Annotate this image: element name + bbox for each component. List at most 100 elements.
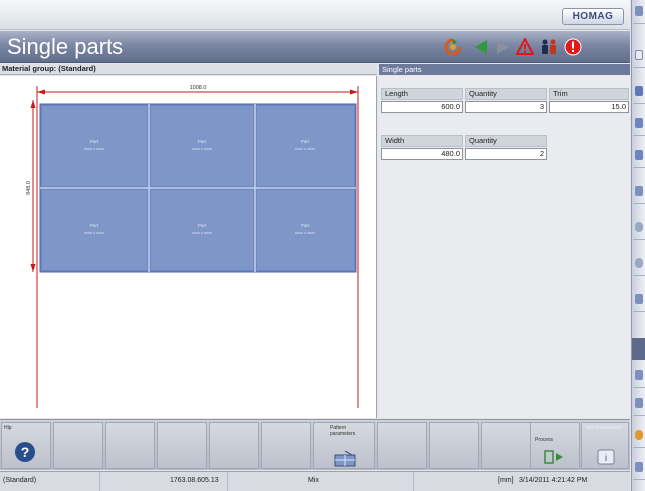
part-1: Part xxxx x xxxx <box>42 106 147 186</box>
refresh-icon[interactable] <box>444 38 462 56</box>
part-5: Part xxxx x xxxx <box>151 190 253 270</box>
trim-input[interactable]: 15.0 <box>549 101 629 113</box>
rb-button-9[interactable] <box>633 288 645 312</box>
top-bar <box>0 0 630 30</box>
rb-button-3[interactable] <box>633 80 645 104</box>
softkey-6[interactable] <box>261 422 311 469</box>
part-2-label: Part <box>198 139 207 144</box>
part-4: Part xxxx x xxxx <box>42 190 147 270</box>
homag-logo: HOMAG <box>562 8 624 25</box>
info-parameters-button[interactable]: Info Parameters i <box>581 422 629 469</box>
forward-arrow-icon[interactable] <box>494 38 512 56</box>
side-dimension-arrow-top <box>30 100 36 108</box>
right-toolbar <box>631 0 645 491</box>
list-icon <box>635 150 643 160</box>
rb-button-6[interactable] <box>633 180 645 204</box>
length-input[interactable]: 600.0 <box>381 101 463 113</box>
warning-icon[interactable] <box>516 38 534 56</box>
help-label: Hlp <box>4 425 12 431</box>
cycle-icon <box>635 258 643 268</box>
softkey-5[interactable] <box>209 422 259 469</box>
rb-button-2[interactable] <box>633 44 645 68</box>
length-label: Length <box>381 88 463 100</box>
database-icon <box>635 86 643 96</box>
cut-icon <box>635 186 643 196</box>
width-label: Width <box>381 135 463 147</box>
rb-button-1[interactable] <box>633 0 645 24</box>
back-arrow-icon[interactable] <box>472 38 490 56</box>
softkey-3[interactable] <box>105 422 155 469</box>
status-unit: [mm] <box>498 477 514 484</box>
rb-button-5[interactable] <box>633 144 645 168</box>
settings-icon <box>635 430 643 440</box>
rb-button-11[interactable] <box>633 392 645 416</box>
material-group-header: Material group: (Standard) <box>0 64 377 75</box>
part-4-label: Part <box>90 223 99 228</box>
process-button[interactable]: Process <box>530 422 580 469</box>
status-material: (Standard) <box>0 472 100 491</box>
help-button[interactable]: Hlp ? <box>1 422 51 469</box>
status-datetime: 3/14/2011 4:21:42 PM <box>519 477 588 484</box>
top-dimension-arrow-left <box>37 89 45 95</box>
ruler-icon <box>635 370 643 380</box>
part-4-size: xxxx x xxxx <box>84 230 104 235</box>
parts-canvas[interactable]: Part xxxx x xxxx Part xxxx x xxxx Part x… <box>0 76 377 418</box>
title-band: Single parts <box>0 31 630 63</box>
emergency-stop-icon[interactable] <box>564 38 582 56</box>
part-3: Part xxxx x xxxx <box>257 106 354 186</box>
status-code: 1763.08.605.13 <box>100 472 228 491</box>
quantity-input-1[interactable]: 3 <box>465 101 547 113</box>
part-5-label: Part <box>198 223 207 228</box>
process-label: Process <box>535 437 554 443</box>
status-unit-short: Mix <box>228 472 414 491</box>
part-6: Part xxxx x xxxx <box>257 190 354 270</box>
trim-label: Trim <box>549 88 629 100</box>
side-dimension-text: 948.0 <box>26 181 32 195</box>
softkey-8[interactable] <box>377 422 427 469</box>
rb-active-indicator <box>632 338 645 360</box>
print-icon <box>635 294 643 304</box>
layout-drawing: Part xxxx x xxxx Part xxxx x xxxx Part x… <box>26 85 359 408</box>
softkey-4[interactable] <box>157 422 207 469</box>
tool-icon <box>635 6 643 16</box>
process-icon <box>544 450 563 464</box>
rb-button-8[interactable] <box>633 252 645 276</box>
pattern-icon <box>334 451 356 467</box>
help-icon: ? <box>15 442 35 462</box>
help-icon-side <box>635 462 643 472</box>
top-dimension-text: 1008.0 <box>190 85 207 91</box>
info-icon: i <box>597 449 615 465</box>
quantity-input-2[interactable]: 2 <box>465 148 547 160</box>
softkey-2[interactable] <box>53 422 103 469</box>
pattern-parameters-label: Pattern parameters <box>330 425 356 437</box>
stack-icon <box>635 118 643 128</box>
info-parameters-label: Info Parameters <box>586 425 622 431</box>
rb-button-12[interactable] <box>633 424 645 448</box>
rb-button-13[interactable] <box>633 456 645 480</box>
part-1-label: Part <box>90 139 99 144</box>
gear-icon <box>635 222 643 232</box>
single-parts-header: Single parts <box>379 64 630 75</box>
part-2-size: xxxx x xxxx <box>192 146 212 151</box>
top-dimension-arrow-right <box>350 89 358 95</box>
svg-text:?: ? <box>21 444 30 460</box>
status-bar: (Standard) 1763.08.605.13 Mix [mm] 3/14/… <box>0 471 630 491</box>
part-2: Part xxxx x xxxx <box>151 106 253 186</box>
parts-form: Length Quantity Trim 600.0 3 15.0 Width … <box>379 76 630 418</box>
softkey-9[interactable] <box>429 422 479 469</box>
operators-icon[interactable] <box>540 38 558 56</box>
pattern-parameters-button[interactable]: Pattern parameters <box>313 422 375 469</box>
quantity-label-2: Quantity <box>465 135 547 147</box>
softkey-10[interactable] <box>481 422 531 469</box>
page-title: Single parts <box>7 34 124 59</box>
part-3-size: xxxx x xxxx <box>295 146 315 151</box>
width-input[interactable]: 480.0 <box>381 148 463 160</box>
quantity-label-1: Quantity <box>465 88 547 100</box>
check-icon <box>635 398 643 408</box>
part-6-size: xxxx x xxxx <box>295 230 315 235</box>
rb-button-7[interactable] <box>633 216 645 240</box>
rb-button-4[interactable] <box>633 112 645 136</box>
side-dimension-arrow-bottom <box>30 264 36 272</box>
svg-text:i: i <box>605 453 607 463</box>
rb-button-10[interactable] <box>633 364 645 388</box>
